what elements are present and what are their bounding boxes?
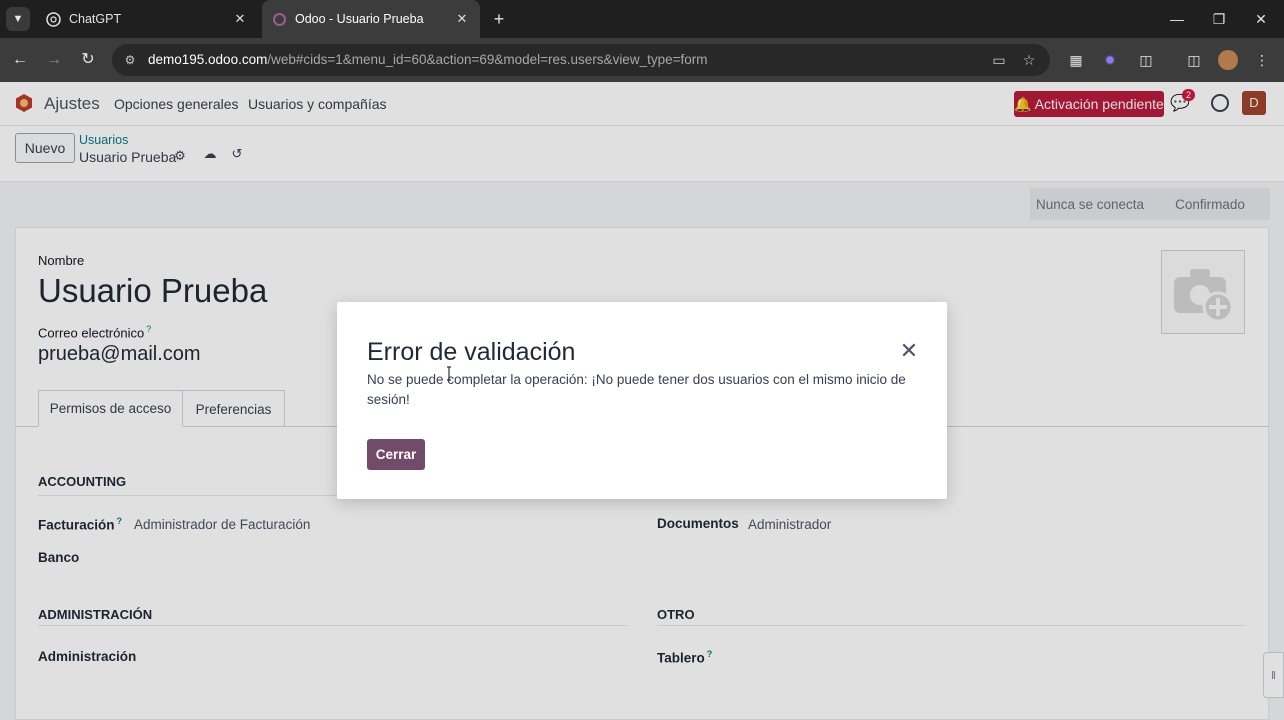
url-text: demo195.odoo.com/web#cids=1&menu_id=60&a…	[148, 52, 708, 67]
address-bar[interactable]: ⚙ demo195.odoo.com/web#cids=1&menu_id=60…	[112, 44, 1050, 76]
chatgpt-icon	[46, 11, 61, 27]
browser-tabstrip: ▼ ChatGPT ✕ Odoo - Usuario Prueba ✕ + — …	[0, 0, 1284, 38]
new-tab-plus-icon[interactable]: +	[488, 8, 510, 30]
tab-search-chevron-icon[interactable]: ▼	[6, 7, 30, 31]
tab-title: ChatGPT	[69, 12, 122, 26]
extension-gear-icon[interactable]: ✹	[1100, 50, 1120, 70]
close-icon[interactable]: ✕	[897, 339, 921, 363]
back-arrow-icon[interactable]: ←	[8, 48, 32, 72]
close-tab-icon[interactable]: ✕	[452, 11, 472, 27]
browser-tab-chatgpt[interactable]: ChatGPT ✕	[36, 0, 258, 38]
extensions-puzzle-icon[interactable]: ◫	[1136, 50, 1156, 70]
bookmark-star-icon[interactable]: ☆	[1020, 51, 1038, 69]
close-window-icon[interactable]: ✕	[1240, 0, 1282, 38]
dialog-title: Error de validación	[367, 338, 576, 366]
browser-toolbar: ← → ↻ ⚙ demo195.odoo.com/web#cids=1&menu…	[0, 38, 1284, 82]
site-settings-icon[interactable]: ⚙	[122, 52, 138, 68]
restore-icon[interactable]: ❐	[1198, 0, 1240, 38]
menu-kebab-icon[interactable]: ⋮	[1252, 50, 1272, 70]
extension-icon[interactable]: ▦	[1066, 50, 1086, 70]
install-app-icon[interactable]: ▭	[990, 51, 1008, 69]
validation-error-dialog: Error de validación ✕ No se puede comple…	[337, 302, 947, 499]
profile-avatar-icon[interactable]	[1218, 50, 1238, 70]
side-panel-icon[interactable]: ◫	[1184, 50, 1204, 70]
close-tab-icon[interactable]: ✕	[230, 11, 250, 27]
browser-tab-odoo[interactable]: Odoo - Usuario Prueba ✕	[262, 0, 480, 38]
close-dialog-button[interactable]: Cerrar	[367, 439, 425, 470]
reload-icon[interactable]: ↻	[76, 48, 100, 72]
tab-title: Odoo - Usuario Prueba	[295, 12, 424, 26]
forward-arrow-icon[interactable]: →	[42, 48, 66, 72]
odoo-icon	[272, 12, 287, 27]
text-cursor-icon	[447, 366, 451, 381]
minimize-icon[interactable]: —	[1156, 0, 1198, 38]
